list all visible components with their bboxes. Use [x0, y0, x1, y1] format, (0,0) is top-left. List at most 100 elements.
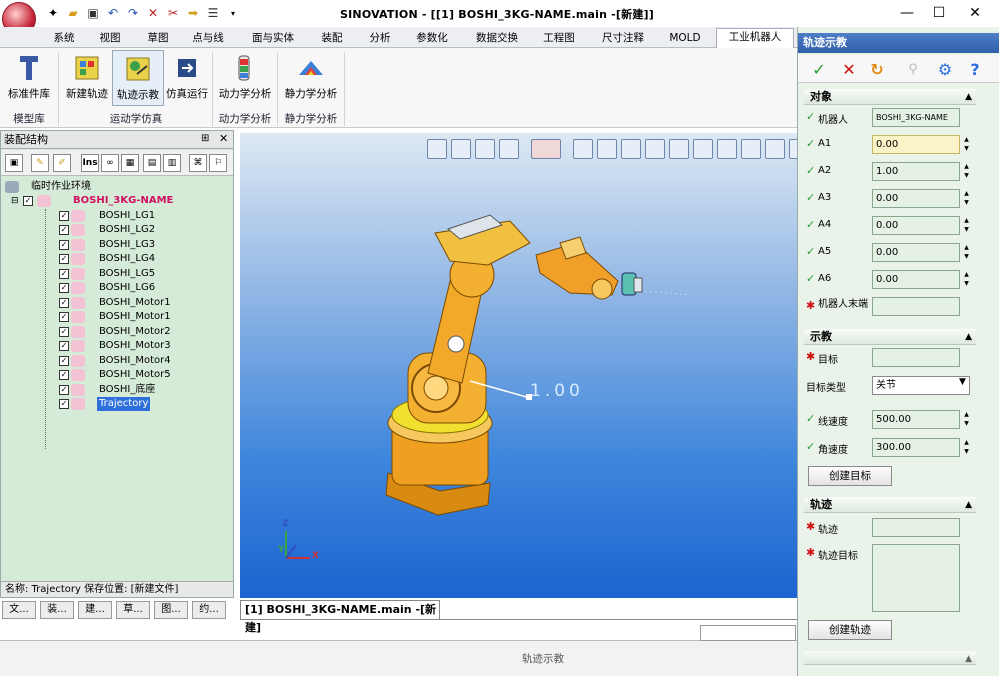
joint-a5-input[interactable]: 0.00 [872, 243, 960, 262]
create-trajectory-button[interactable]: 创建轨迹 [808, 620, 892, 640]
bottom-tab[interactable]: 约... [192, 601, 226, 619]
section-more-header[interactable]: ▲ [804, 651, 976, 665]
bottom-tab[interactable]: 建... [78, 601, 112, 619]
spin-icon[interactable]: ▲ ▼ [962, 135, 971, 154]
tab-system[interactable]: 系统 [46, 30, 82, 48]
tree-node-part[interactable]: BOSHI_LG6 [99, 281, 155, 295]
tree-node-part[interactable]: BOSHI_LG4 [99, 252, 155, 266]
section-trajectory-header[interactable]: 轨迹 ▲ [804, 497, 976, 513]
section-teach-header[interactable]: 示教 ▲ [804, 329, 976, 345]
close-icon[interactable]: ✕ [219, 132, 228, 145]
gear-icon[interactable]: ⚙ [934, 59, 956, 79]
new-trajectory-button[interactable]: 新建轨迹 [62, 50, 112, 106]
robot-model[interactable] [240, 133, 798, 598]
tab-assembly[interactable]: 装配 [314, 30, 350, 48]
trajectory-target-list[interactable] [872, 544, 960, 612]
checkbox[interactable]: ✓ [59, 370, 69, 380]
tab-sketch[interactable]: 草图 [140, 30, 176, 48]
joint-a3-input[interactable]: 0.00 [872, 189, 960, 208]
tree-node-part[interactable]: BOSHI_LG1 [99, 209, 155, 223]
arrow-icon[interactable]: ➡ [184, 4, 202, 22]
checkbox[interactable]: ✓ [59, 399, 69, 409]
minimize-button[interactable]: — [890, 0, 924, 26]
checkbox[interactable]: ✓ [59, 312, 69, 322]
tree-expand-icon[interactable]: ⊟ [11, 194, 19, 208]
collapse-icon[interactable]: ▲ [965, 89, 972, 105]
document-tab[interactable]: [1] BOSHI_3KG-NAME.main -[新建] [240, 600, 440, 634]
tab-surface-solid[interactable]: 面与实体 [244, 30, 302, 48]
bottom-tab[interactable]: 装... [40, 601, 74, 619]
checkbox[interactable]: ✓ [59, 254, 69, 264]
joint-a6-input[interactable]: 0.00 [872, 270, 960, 289]
pin-icon[interactable]: ⊞ [201, 133, 209, 144]
joint-a2-input[interactable]: 1.00 [872, 162, 960, 181]
checkbox[interactable]: ✓ [59, 240, 69, 250]
tree-node-assembly[interactable]: BOSHI_3KG-NAME [73, 194, 173, 208]
redo-icon[interactable]: ↷ [124, 4, 142, 22]
grid-icon[interactable]: ▦ [121, 154, 139, 172]
checkbox[interactable]: ✓ [59, 327, 69, 337]
binoculars-icon[interactable]: ⌘ [189, 154, 207, 172]
close-button[interactable]: ✕ [958, 0, 992, 26]
tree-node-part[interactable]: BOSHI_Motor1 [99, 310, 171, 324]
pencil-icon[interactable]: ✎ [31, 154, 49, 172]
dynamics-analysis-button[interactable]: 动力学分析 [216, 50, 274, 106]
collapse-icon[interactable]: ▲ [965, 329, 972, 345]
bottom-tab[interactable]: 图... [154, 601, 188, 619]
checkbox[interactable]: ✓ [59, 298, 69, 308]
tab-industrial-robot[interactable]: 工业机器人 [716, 28, 794, 48]
trajectory-field[interactable] [872, 518, 960, 537]
target-field[interactable] [872, 348, 960, 367]
pencil-alt-icon[interactable]: ✐ [53, 154, 71, 172]
tab-drawing[interactable]: 工程图 [536, 30, 582, 48]
3d-viewport[interactable]: 1.00 Z Y X [240, 133, 798, 598]
bottom-tab[interactable]: 文... [2, 601, 36, 619]
dropdown-icon[interactable]: ▾ [224, 4, 242, 22]
maximize-button[interactable]: ☐ [922, 0, 956, 26]
collapse-icon[interactable]: ▲ [965, 651, 972, 667]
bottom-tab[interactable]: 草... [116, 601, 150, 619]
tab-point-line[interactable]: 点与线 [186, 30, 230, 48]
robot-end-field[interactable] [872, 297, 960, 316]
checkbox[interactable]: ✓ [59, 211, 69, 221]
checkbox[interactable]: ✓ [59, 283, 69, 293]
tree-node-part[interactable]: BOSHI_LG3 [99, 238, 155, 252]
tab-view[interactable]: 视图 [92, 30, 128, 48]
tab-analysis[interactable]: 分析 [362, 30, 398, 48]
layers-icon[interactable]: ▤ [143, 154, 161, 172]
spin-icon[interactable]: ▲ ▼ [962, 216, 971, 235]
checkbox[interactable]: ✓ [59, 385, 69, 395]
checkbox[interactable]: ✓ [59, 269, 69, 279]
joint-a1-input[interactable]: 0.00 [872, 135, 960, 154]
cut-icon[interactable]: ✂ [164, 4, 182, 22]
save-icon[interactable]: ▣ [84, 4, 102, 22]
tree-node-trajectory[interactable]: Trajectory [97, 397, 151, 411]
search-icon[interactable]: ⚲ [902, 59, 924, 79]
link-icon[interactable]: ∞ [101, 154, 119, 172]
chevron-down-icon[interactable]: ▼ [958, 378, 967, 397]
tree-node-part[interactable]: BOSHI_Motor1 [99, 296, 171, 310]
target-type-select[interactable]: 关节 [872, 376, 970, 395]
linear-speed-input[interactable]: 500.00 [872, 410, 960, 429]
standard-parts-button[interactable]: 标准件库 [4, 50, 54, 106]
undo-icon[interactable]: ↶ [104, 4, 122, 22]
trajectory-teach-button[interactable]: 轨迹示教 [112, 50, 164, 106]
filter-icon[interactable]: ⚐ [209, 154, 227, 172]
color-icon[interactable]: ▥ [163, 154, 181, 172]
cancel-icon[interactable]: ✕ [838, 59, 860, 79]
joint-a4-input[interactable]: 0.00 [872, 216, 960, 235]
new-icon[interactable]: ✦ [44, 4, 62, 22]
spin-icon[interactable]: ▲ ▼ [962, 243, 971, 262]
create-target-button[interactable]: 创建目标 [808, 466, 892, 486]
spin-icon[interactable]: ▲ ▼ [962, 270, 971, 289]
tree-node-env[interactable]: 临时作业环境 [31, 180, 91, 194]
checkbox[interactable]: ✓ [23, 196, 33, 206]
tab-mold[interactable]: MOLD [664, 30, 706, 48]
tree-node-part[interactable]: BOSHI_LG5 [99, 267, 155, 281]
help-icon[interactable]: ? [964, 59, 986, 79]
spin-icon[interactable]: ▲ ▼ [962, 162, 971, 181]
tree-node-part[interactable]: BOSHI_Motor2 [99, 325, 171, 339]
simulation-run-button[interactable]: 仿真运行 [162, 50, 212, 106]
section-object-header[interactable]: 对象 ▲ [804, 89, 976, 105]
refresh-icon[interactable]: ↻ [866, 59, 888, 79]
